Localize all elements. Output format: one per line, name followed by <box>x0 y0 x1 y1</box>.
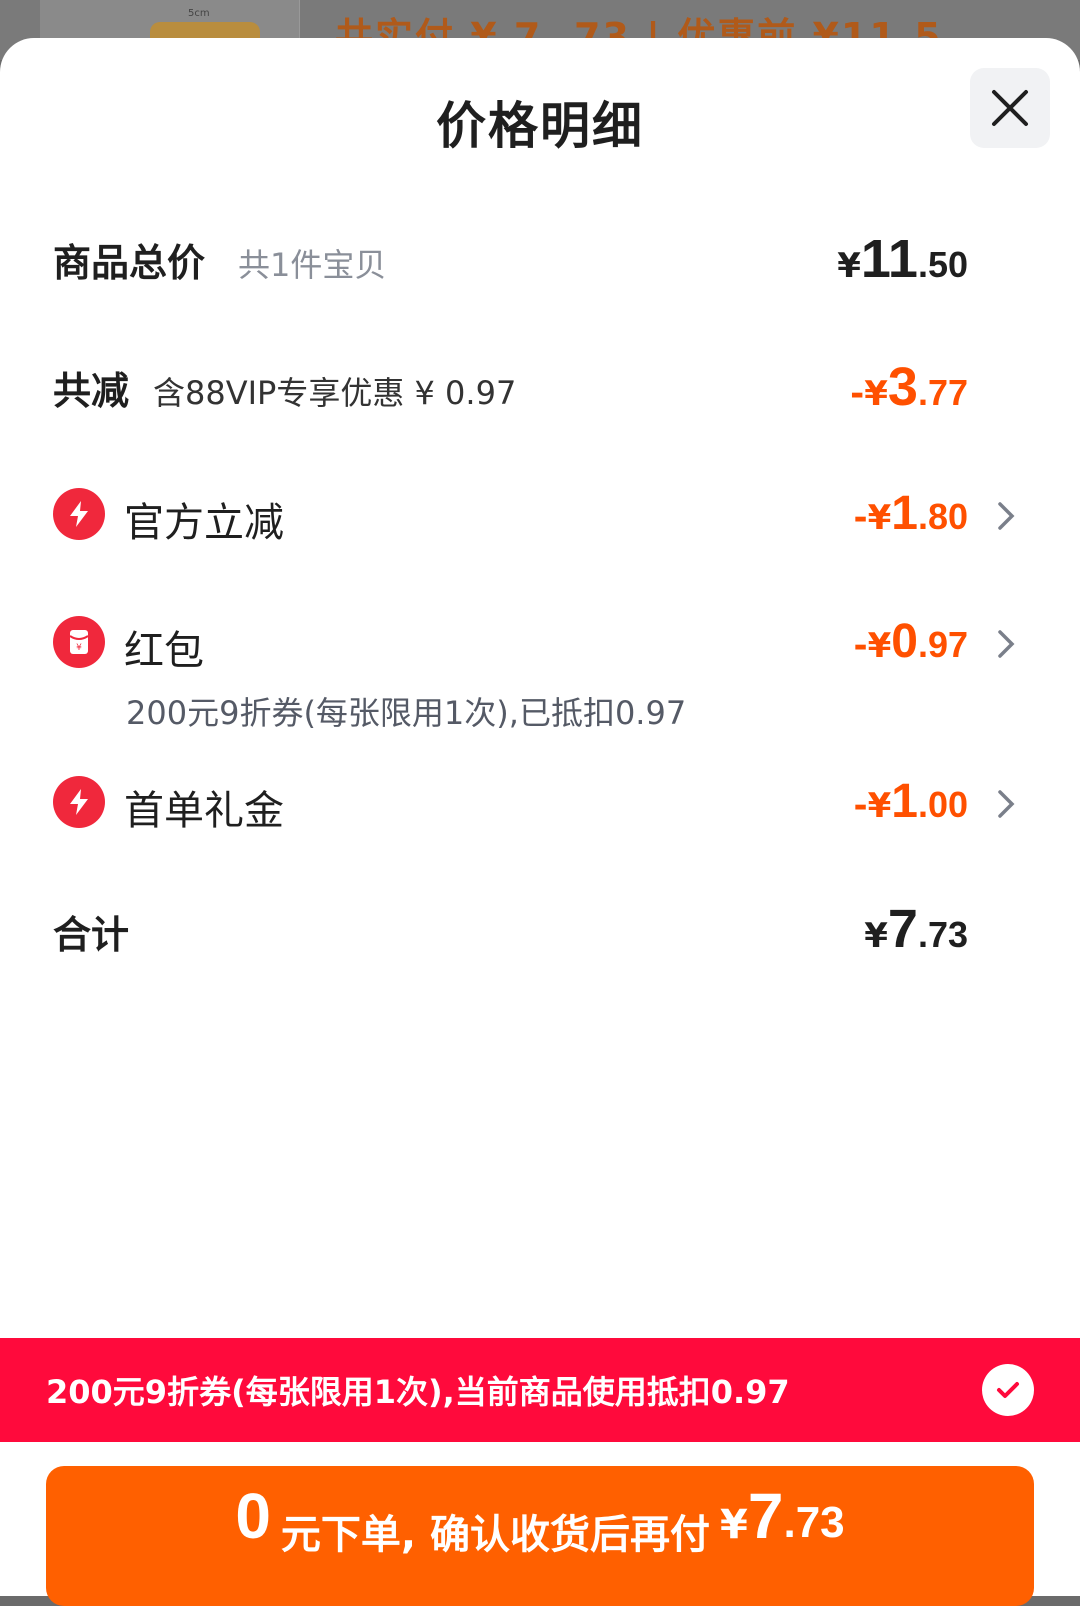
chevron-right-icon <box>998 790 1015 818</box>
discount-amount: -¥ 0 .97 <box>853 615 968 668</box>
total-discount-price: -¥ 3 .77 <box>850 357 968 417</box>
price-detail-sheet: 价格明细 商品总价 共1件宝贝 ¥ 11 .50 共减 含88VIP专享优惠 ¥… <box>0 38 1080 1606</box>
sheet-title: 价格明细 <box>436 97 644 155</box>
grand-total-row: 合计 ¥ 7 .73 <box>0 898 1080 962</box>
discount-amount: -¥ 1 .00 <box>853 775 968 828</box>
goods-total-label: 商品总价 <box>53 241 206 285</box>
coupon-applied-banner[interactable]: 200元9折券(每张限用1次),当前商品使用抵扣0.97 <box>0 1338 1080 1442</box>
discount-row-first-order[interactable]: 首单礼金 -¥ 1 .00 <box>0 772 1080 834</box>
grand-total-price: ¥ 7 .73 <box>864 899 968 959</box>
lightning-icon <box>53 488 105 540</box>
vip-discount-note: 含88VIP专享优惠 ¥ 0.97 <box>153 374 517 412</box>
goods-total-price: ¥ 11 .50 <box>837 229 968 289</box>
discount-label: 红包 <box>124 628 204 674</box>
place-order-button[interactable]: 0 元下单, 确认收货后再付 ¥ 7 .73 <box>46 1466 1034 1606</box>
discount-amount: -¥ 1 .80 <box>853 487 968 540</box>
lightning-icon <box>53 776 105 828</box>
close-icon <box>992 90 1028 126</box>
total-discount-row: 共减 含88VIP专享优惠 ¥ 0.97 -¥ 3 .77 <box>0 356 1080 417</box>
grand-total-label: 合计 <box>53 913 130 957</box>
discount-row-official[interactable]: 官方立减 -¥ 1 .80 <box>0 484 1080 546</box>
chevron-right-icon <box>998 502 1015 530</box>
discount-label: 首单礼金 <box>124 788 284 834</box>
discount-label: 官方立减 <box>124 500 284 546</box>
close-button[interactable] <box>970 68 1050 148</box>
discount-row-red-envelope[interactable]: ¥ 红包 -¥ 0 .97 200元9折券(每张限用1次),已抵扣0.97 <box>0 612 1080 732</box>
goods-count-label: 共1件宝贝 <box>238 246 387 284</box>
total-discount-label: 共减 <box>53 369 130 413</box>
goods-total-row: 商品总价 共1件宝贝 ¥ 11 .50 <box>0 228 1080 289</box>
coupon-banner-text: 200元9折券(每张限用1次),当前商品使用抵扣0.97 <box>46 1373 790 1411</box>
coupon-note: 200元9折券(每张限用1次),已抵扣0.97 <box>126 694 687 732</box>
chevron-right-icon <box>998 630 1015 658</box>
thumbnail-size-label: 5cm <box>188 8 210 19</box>
check-icon[interactable] <box>982 1364 1034 1416</box>
red-envelope-icon: ¥ <box>53 616 105 668</box>
svg-text:¥: ¥ <box>76 643 82 653</box>
